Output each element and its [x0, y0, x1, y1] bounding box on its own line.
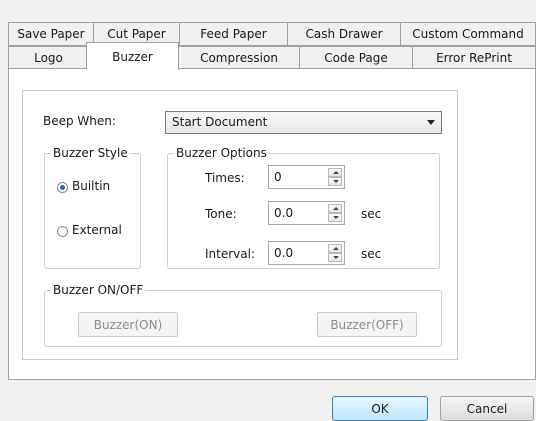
times-spinner[interactable]: 0 — [268, 165, 345, 189]
buzzer-style-legend: Buzzer Style — [53, 146, 128, 160]
beep-when-label: Beep When: — [43, 114, 116, 128]
tab-custom-command[interactable]: Custom Command — [400, 22, 536, 46]
tone-value: 0.0 — [274, 206, 294, 220]
radio-builtin[interactable] — [57, 182, 68, 193]
tab-compression[interactable]: Compression — [178, 46, 300, 69]
buzzer-onoff-legend: Buzzer ON/OFF — [53, 283, 144, 297]
spin-down-icon[interactable] — [328, 253, 342, 262]
tab-logo[interactable]: Logo — [8, 46, 89, 69]
buzzer-off-button[interactable]: Buzzer(OFF) — [317, 312, 417, 337]
spin-up-icon[interactable] — [328, 244, 342, 253]
cancel-button[interactable]: Cancel — [440, 396, 534, 421]
tone-label: Tone: — [205, 207, 237, 221]
tone-spinner[interactable]: 0.0 — [268, 201, 345, 225]
tone-unit: sec — [361, 207, 382, 221]
interval-label: Interval: — [205, 247, 255, 261]
tab-cash-drawer[interactable]: Cash Drawer — [287, 22, 401, 46]
radio-external[interactable] — [57, 226, 68, 237]
buzzer-on-button[interactable]: Buzzer(ON) — [78, 312, 178, 337]
buzzer-style-group: Buzzer Style — [44, 146, 141, 269]
tab-code-page[interactable]: Code Page — [299, 46, 413, 69]
radio-external-label: External — [72, 223, 122, 237]
times-value: 0 — [274, 170, 282, 184]
beep-when-value: Start Document — [172, 115, 268, 129]
spin-down-icon[interactable] — [328, 177, 342, 186]
radio-builtin-label: Builtin — [72, 179, 111, 193]
tab-error-reprint[interactable]: Error RePrint — [412, 46, 536, 69]
interval-spinner[interactable]: 0.0 — [268, 241, 345, 265]
interval-unit: sec — [361, 247, 382, 261]
spin-down-icon[interactable] — [328, 213, 342, 222]
ok-button[interactable]: OK — [332, 396, 428, 421]
spin-up-icon[interactable] — [328, 204, 342, 213]
tab-feed-paper[interactable]: Feed Paper — [179, 22, 288, 46]
buzzer-options-legend: Buzzer Options — [176, 146, 267, 160]
interval-value: 0.0 — [274, 246, 294, 260]
tab-save-paper[interactable]: Save Paper — [8, 22, 94, 46]
tab-buzzer[interactable]: Buzzer — [86, 42, 179, 70]
dropdown-arrow-icon — [427, 120, 435, 125]
beep-when-dropdown[interactable]: Start Document — [165, 111, 442, 134]
times-label: Times: — [205, 171, 245, 185]
spin-up-icon[interactable] — [328, 168, 342, 177]
